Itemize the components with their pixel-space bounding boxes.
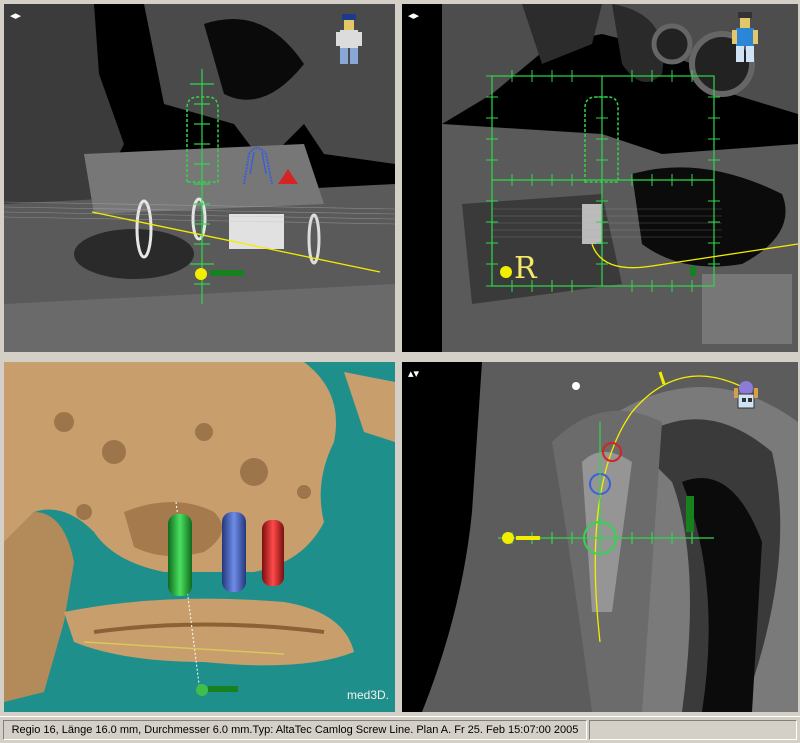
viewport-3d[interactable]: med3D. bbox=[4, 362, 395, 712]
horizontal-splitter[interactable] bbox=[0, 352, 800, 362]
sagittal-ct-image bbox=[4, 4, 395, 352]
status-text: Regio 16, Länge 16.0 mm, Durchmesser 6.0… bbox=[3, 720, 587, 740]
viewport-resize-icon[interactable]: ▴▾ bbox=[408, 368, 419, 379]
status-bar: Regio 16, Länge 16.0 mm, Durchmesser 6.0… bbox=[0, 716, 800, 743]
viewport-sagittal[interactable]: ◂▸ bbox=[4, 4, 395, 352]
orientation-label: R bbox=[514, 251, 537, 286]
bone-3d-render bbox=[4, 362, 395, 712]
viewport-resize-icon[interactable]: ◂▸ bbox=[408, 10, 419, 21]
viewport-resize-icon[interactable]: ◂▸ bbox=[10, 10, 21, 21]
med3d-watermark: med3D. bbox=[346, 688, 389, 702]
status-panel-empty bbox=[589, 720, 797, 740]
axial-ct-image bbox=[402, 362, 798, 712]
viewport-coronal[interactable]: R ◂▸ bbox=[402, 4, 798, 352]
coronal-ct-image bbox=[402, 4, 798, 352]
viewport-axial[interactable]: ▴▾ bbox=[402, 362, 798, 712]
